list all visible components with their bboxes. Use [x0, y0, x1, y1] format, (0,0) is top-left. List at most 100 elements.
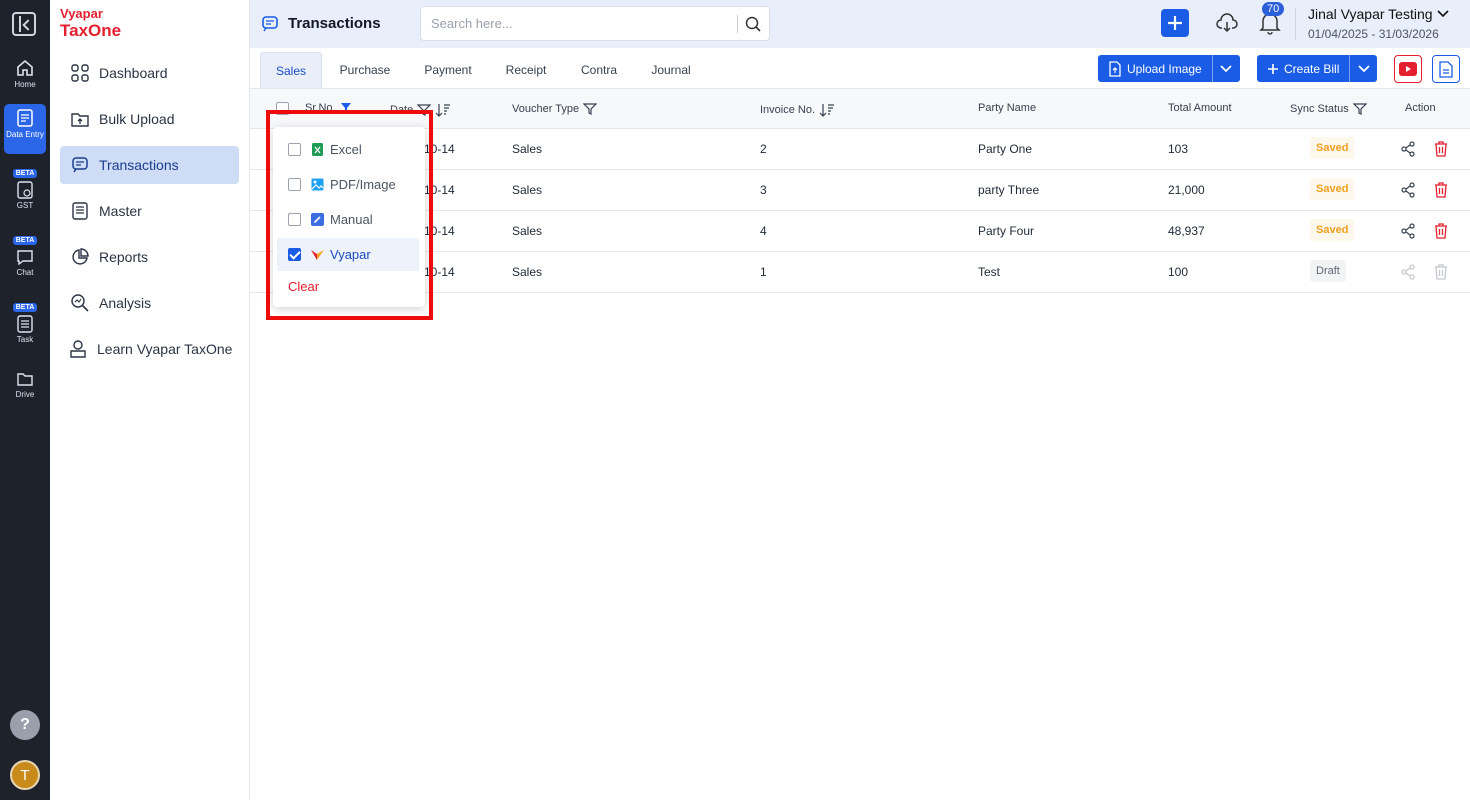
cell-party-name: Test — [978, 265, 1001, 279]
dashboard-icon — [71, 64, 89, 82]
beta-badge: BETA — [12, 236, 38, 245]
chevron-down-icon — [1220, 64, 1232, 72]
rail-label-gst: GST — [16, 201, 34, 210]
delete-icon-disabled — [1435, 264, 1447, 280]
share-icon[interactable] — [1400, 141, 1416, 157]
sidebar-item-reports[interactable]: Reports — [60, 238, 239, 276]
document-list-icon — [17, 109, 33, 127]
filter-icon[interactable] — [583, 102, 598, 116]
upload-image-button[interactable]: Upload Image — [1098, 55, 1212, 82]
rail-item-home[interactable]: Home — [4, 58, 46, 89]
document-icon — [1439, 60, 1453, 78]
chevron-down-icon — [1437, 10, 1449, 18]
sidebar-label: Analysis — [99, 295, 152, 311]
company-name: Jinal Vyapar Testing — [1308, 6, 1433, 22]
delete-icon[interactable] — [1434, 182, 1448, 198]
search-divider — [737, 15, 738, 33]
sidebar-item-transactions[interactable]: Transactions — [60, 146, 239, 184]
sidebar-item-learn[interactable]: Learn Vyapar TaxOne — [60, 330, 239, 368]
status-badge: Saved — [1310, 178, 1355, 200]
cell-invoice-no: 2 — [760, 142, 767, 156]
tab-journal[interactable]: Journal — [642, 52, 700, 89]
cell-total-amount: 103 — [1168, 142, 1189, 156]
sort-icon[interactable] — [819, 102, 835, 118]
cell-invoice-no: 3 — [760, 183, 767, 197]
delete-icon[interactable] — [1434, 141, 1448, 157]
tab-receipt[interactable]: Receipt — [496, 52, 556, 89]
tab-sales[interactable]: Sales — [260, 52, 322, 89]
table-row[interactable]: 10-14 Sales 3 party Three 21,000 Saved — [250, 170, 1470, 211]
sort-icon[interactable] — [435, 102, 451, 118]
rail-item-chat[interactable]: BETA Chat — [4, 235, 46, 277]
cell-party-name: Party Four — [978, 224, 1035, 238]
file-upload-icon — [1109, 60, 1121, 77]
divider — [1295, 8, 1296, 40]
rail-label-task: Task — [16, 335, 34, 344]
create-bill-options-button[interactable] — [1349, 55, 1377, 82]
gst-icon — [17, 181, 33, 199]
beta-badge: BETA — [12, 169, 38, 178]
sidebar-item-master[interactable]: Master — [60, 192, 239, 230]
share-icon[interactable] — [1400, 182, 1416, 198]
youtube-icon — [1399, 62, 1417, 76]
tab-purchase[interactable]: Purchase — [330, 52, 400, 89]
rail-item-task[interactable]: BETA Task — [4, 302, 46, 344]
collapse-sidebar-icon[interactable] — [12, 12, 36, 36]
upload-options-button[interactable] — [1211, 55, 1240, 82]
cell-total-amount: 48,937 — [1168, 224, 1205, 238]
ledger-icon — [72, 202, 88, 220]
sidebar-item-bulk-upload[interactable]: Bulk Upload — [60, 100, 239, 138]
column-label: Voucher Type — [512, 103, 580, 115]
status-badge: Saved — [1310, 219, 1355, 241]
rail-item-data-entry[interactable]: Data Entry — [4, 104, 46, 154]
column-label: Party Name — [978, 102, 1037, 114]
search-input[interactable] — [421, 7, 731, 40]
table-row[interactable]: 10-14 Sales 4 Party Four 48,937 Saved — [250, 211, 1470, 252]
learn-icon — [70, 340, 86, 358]
sidebar-label: Master — [99, 203, 142, 219]
rail-label-chat: Chat — [16, 268, 34, 277]
cell-invoice-no: 1 — [760, 265, 767, 279]
filter-icon[interactable] — [1352, 102, 1367, 116]
rail-label-drive: Drive — [15, 390, 35, 399]
create-bill-button[interactable]: Create Bill — [1257, 55, 1349, 82]
highlight-annotation-box — [266, 110, 433, 320]
rail-item-drive[interactable]: Drive — [4, 370, 46, 399]
pie-chart-icon — [72, 248, 89, 265]
transactions-icon — [72, 157, 88, 173]
sidebar-item-dashboard[interactable]: Dashboard — [60, 54, 239, 92]
upload-image-button-group: Upload Image — [1098, 55, 1240, 82]
table-row[interactable]: 10-14 Sales 1 Test 100 Draft — [250, 252, 1470, 293]
status-badge: Saved — [1310, 137, 1355, 159]
youtube-button[interactable] — [1394, 55, 1422, 83]
add-new-button[interactable] — [1161, 9, 1189, 37]
column-label: Invoice No. — [760, 104, 816, 116]
sidebar-label: Dashboard — [99, 65, 168, 81]
sidebar: Vyapar TaxOne Dashboard Bulk Upload Tran… — [50, 0, 250, 800]
help-button[interactable]: ? — [10, 710, 40, 740]
column-invoice-no: Invoice No. — [760, 102, 835, 118]
sidebar-item-analysis[interactable]: Analysis — [60, 284, 239, 322]
rail-item-gst[interactable]: BETA GST — [4, 168, 46, 210]
delete-icon[interactable] — [1434, 223, 1448, 239]
plus-icon — [1268, 63, 1278, 74]
column-action: Action — [1405, 102, 1436, 114]
cloud-download-icon[interactable] — [1216, 12, 1238, 34]
search-icon[interactable] — [745, 16, 761, 32]
table-header: Sr.No. Date Voucher Type Invoice No. Par… — [250, 89, 1470, 129]
column-total-amount: Total Amount — [1168, 102, 1232, 114]
tab-payment[interactable]: Payment — [415, 52, 481, 89]
cell-voucher-type: Sales — [512, 142, 543, 156]
chevron-down-icon — [1358, 64, 1370, 72]
cell-voucher-type: Sales — [512, 183, 543, 197]
share-icon[interactable] — [1400, 223, 1416, 239]
table-row[interactable]: 10-14 Sales 2 Party One 103 Saved — [250, 129, 1470, 170]
company-selector[interactable]: Jinal Vyapar Testing — [1308, 6, 1450, 22]
rail-label-data-entry: Data Entry — [6, 130, 44, 139]
status-badge: Draft — [1310, 260, 1346, 282]
tab-contra[interactable]: Contra — [571, 52, 627, 89]
user-avatar[interactable]: T — [10, 760, 40, 790]
app-rail: Home Data Entry BETA GST BETA Chat BETA … — [0, 0, 50, 800]
documents-button[interactable] — [1432, 55, 1460, 83]
cell-total-amount: 100 — [1168, 265, 1189, 279]
